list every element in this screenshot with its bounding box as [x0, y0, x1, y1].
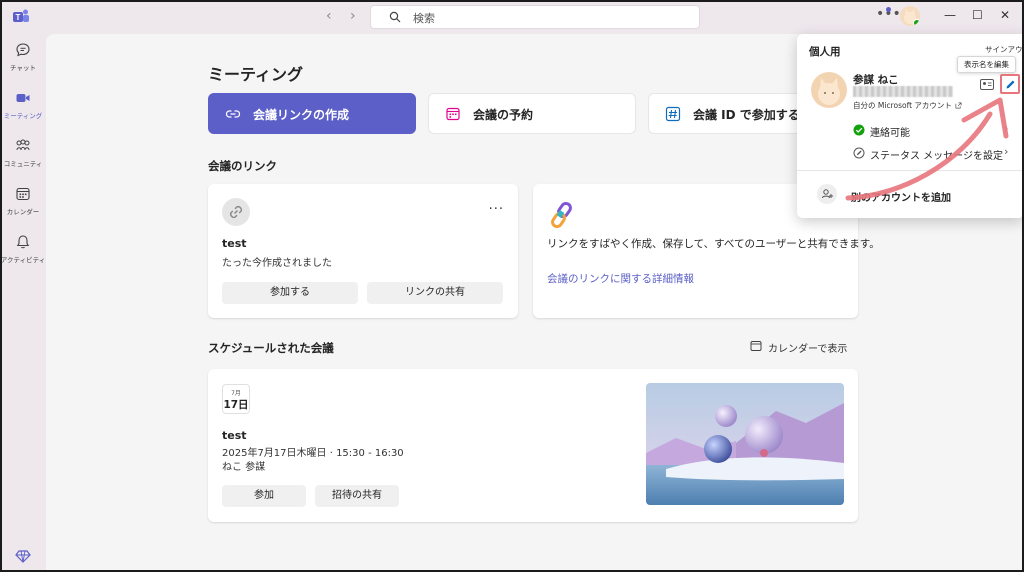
profile-popup: 個人用 サインアウト 表示名を編集 参謀 ねこ 自分の Microsoft アカ… — [797, 34, 1024, 218]
profile-avatar[interactable] — [811, 72, 847, 108]
forward-arrow-icon[interactable]: › — [350, 8, 356, 24]
rail-item-calendar[interactable]: カレンダー — [0, 186, 46, 230]
search-placeholder: 検索 — [413, 12, 435, 25]
back-arrow-icon[interactable]: ‹ — [326, 8, 332, 24]
add-account-avatar — [817, 184, 837, 204]
learn-more-link[interactable]: 会議のリンクに関する詳細情報 — [547, 271, 694, 286]
scheduled-meeting-card[interactable]: 7月 17日 test 2025年7月17日木曜日 · 15:30 - 16:3… — [208, 369, 858, 522]
svg-text:T: T — [16, 13, 21, 22]
meeting-month: 7月 — [231, 390, 241, 397]
link-info-text: リンクをすばやく作成、保存して、すべてのユーザーと共有できます。 — [547, 238, 880, 250]
rail-item-chat[interactable]: チャット — [0, 42, 46, 86]
close-button[interactable]: ✕ — [1000, 8, 1010, 22]
video-icon — [16, 94, 30, 102]
add-person-icon — [822, 189, 833, 199]
rail-item-activity[interactable]: アクティビティ — [0, 234, 46, 278]
meeting-link-card[interactable]: ··· test たった今作成されました 参加する リンクの共有 — [208, 184, 518, 318]
account-type-label: 個人用 — [809, 46, 841, 58]
rail-item-meetings[interactable]: ミーティング — [0, 90, 46, 134]
rail-label: カレンダー — [6, 208, 40, 216]
join-with-id-button[interactable]: 会議 ID で参加する — [648, 93, 818, 134]
blurred-email — [853, 86, 953, 97]
rail-item-community[interactable]: コミュニティ — [0, 138, 46, 182]
date-badge: 7月 17日 — [222, 384, 250, 414]
search-icon — [389, 11, 401, 23]
sign-out-link[interactable]: サインアウト — [985, 44, 1024, 55]
title-bar: T ‹ › 検索 ••• — ☐ ✕ — [0, 0, 1024, 34]
community-icon — [16, 139, 30, 151]
availability-status-label: 連絡可能 — [870, 128, 910, 139]
rail-label: ミーティング — [3, 112, 43, 120]
link-avatar — [222, 198, 250, 226]
meeting-datetime: 2025年7月17日木曜日 · 15:30 - 16:30 — [222, 448, 404, 459]
microsoft-account-label: 自分の Microsoft アカウント — [853, 101, 952, 110]
meeting-organizer: ねこ 参謀 — [222, 462, 266, 473]
create-link-label: 会議リンクの作成 — [253, 108, 350, 122]
rail-label: チャット — [10, 64, 36, 72]
meeting-links-heading: 会議のリンク — [208, 159, 277, 173]
bell-icon — [16, 235, 30, 249]
link-icon — [225, 110, 241, 118]
teams-logo: T — [13, 9, 29, 22]
notification-dot — [886, 7, 891, 12]
join-link-button[interactable]: 参加する — [222, 282, 358, 304]
add-another-account-button[interactable]: 別のアカウントを追加 — [851, 189, 951, 204]
join-meeting-button[interactable]: 参加 — [222, 485, 306, 507]
microsoft-account-link[interactable]: 自分の Microsoft アカウント — [853, 100, 962, 111]
view-in-calendar-label: カレンダーで表示 — [768, 344, 848, 355]
share-invite-button[interactable]: 招待の共有 — [315, 485, 399, 507]
meeting-hero-image — [646, 383, 844, 505]
edit-display-name-tooltip: 表示名を編集 — [957, 56, 1016, 73]
calendar-icon — [750, 341, 762, 351]
available-status-dot — [913, 19, 920, 26]
status-message-label: ステータス メッセージを設定 — [870, 151, 1003, 162]
scheduled-meetings-heading: スケジュールされた会議 — [208, 341, 334, 355]
share-link-button[interactable]: リンクの共有 — [367, 282, 503, 304]
chevron-right-icon: › — [1004, 122, 1009, 135]
meeting-day: 17日 — [223, 399, 249, 411]
contact-card-icon[interactable] — [980, 79, 994, 90]
rail-label: コミュニティ — [3, 160, 43, 168]
chevron-right-icon: › — [1004, 145, 1009, 158]
display-name: 参謀 ねこ — [853, 74, 899, 86]
link-name: test — [222, 237, 247, 250]
search-input[interactable]: 検索 — [370, 5, 700, 29]
join-id-label: 会議 ID で参加する — [693, 108, 800, 122]
meeting-name: test — [222, 429, 247, 442]
link-created-time: たった今作成されました — [222, 258, 332, 269]
cat-avatar-icon — [818, 78, 840, 105]
external-link-icon — [955, 102, 962, 109]
maximize-button[interactable]: ☐ — [972, 8, 983, 22]
view-in-calendar-button[interactable]: カレンダーで表示 — [750, 340, 848, 355]
edit-display-name-button[interactable] — [1000, 74, 1020, 94]
available-check-icon — [853, 124, 865, 136]
app-rail: チャット ミーティング コミュニティ カレンダー アクティビティ — [0, 34, 46, 572]
chat-icon — [16, 43, 30, 57]
divider — [797, 170, 1024, 171]
edit-status-icon — [853, 147, 865, 159]
colorful-chain-icon — [551, 201, 572, 229]
premium-diamond-icon[interactable] — [15, 548, 31, 564]
link-icon — [229, 205, 243, 219]
create-meeting-link-button[interactable]: 会議リンクの作成 — [208, 93, 416, 134]
calendar-icon — [446, 107, 460, 121]
profile-avatar-button[interactable] — [900, 6, 920, 26]
more-options-icon[interactable]: ··· — [489, 202, 504, 217]
rail-label: アクティビティ — [0, 256, 46, 264]
schedule-meeting-button[interactable]: 会議の予約 — [428, 93, 636, 134]
minimize-button[interactable]: — — [944, 8, 956, 22]
schedule-label: 会議の予約 — [473, 108, 534, 122]
page-title: ミーティング — [208, 65, 304, 84]
hashtag-icon — [665, 106, 681, 122]
pencil-icon — [1006, 80, 1015, 89]
calendar-icon — [16, 187, 30, 201]
